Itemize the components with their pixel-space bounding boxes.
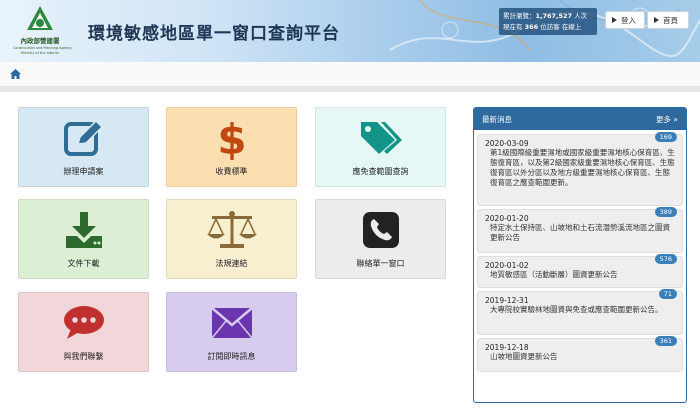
news-item[interactable]: 361 2019-12-18 山坡地圖資更新公告 (477, 336, 683, 372)
home-button[interactable]: 首頁 (647, 11, 689, 29)
news-header: 最新消息 更多 » (474, 108, 686, 130)
news-date: 2019-12-18 (485, 343, 529, 352)
news-more-link[interactable]: 更多 » (656, 114, 678, 125)
agency-name: 內政部營建署 (20, 37, 60, 45)
view-count-badge: 361 (654, 336, 677, 346)
envelope-icon (210, 307, 253, 339)
news-item[interactable]: 389 2020-01-20 特定水土保持區、山坡地和土石流潛勢溪流地區之圖資更… (477, 207, 683, 253)
news-item[interactable]: 169 2020-03-09 第1級國際級重要濕地或國家級重要濕地核心保育區、生… (477, 132, 683, 206)
view-count-badge: 71 (658, 289, 677, 299)
dollar-icon: $ (219, 116, 245, 160)
download-icon (65, 212, 102, 248)
news-text: 地質敏感區（活動斷層）圖資更新公告 (490, 270, 618, 279)
breadcrumb (0, 62, 700, 86)
play-icon (654, 17, 659, 23)
agency-logo[interactable]: 內政部營建署 Construction and Planning Agency … (10, 4, 72, 58)
tile-subscribe[interactable]: 訂閱即時訊息 (166, 292, 297, 372)
news-panel: 最新消息 更多 » 169 2020-03-09 第1級國際級重要濕地或國家級重… (473, 107, 687, 403)
news-text: 特定水土保持區、山坡地和土石流潛勢溪流地區之圖資更新公告 (490, 223, 670, 242)
login-button[interactable]: 登入 (605, 11, 645, 29)
news-list: 169 2020-03-09 第1級國際級重要濕地或國家級重要濕地核心保育區、生… (474, 130, 686, 379)
news-date: 2020-01-02 (485, 261, 529, 270)
balance-scale-icon (206, 211, 257, 248)
news-text: 山坡地圖資更新公告 (490, 352, 558, 361)
tags-icon (360, 122, 402, 154)
visitor-stats: 累計瀏覽：1,767,527 人次 現在有 366 位訪客 在線上 (499, 8, 597, 35)
news-text: 大專院校實驗林地圖資與免查或應查範圍更新公告。 (490, 305, 663, 314)
news-date: 2019-12-31 (485, 296, 529, 305)
tile-application[interactable]: 辦理申請案 (18, 107, 149, 187)
news-item[interactable]: 576 2020-01-02 地質敏感區（活動斷層）圖資更新公告 (477, 254, 683, 288)
agency-name-en: Construction and Planning Agency (13, 45, 72, 50)
view-count-badge: 576 (654, 254, 677, 264)
tile-contact-window[interactable]: 聯絡單一窗口 (315, 199, 446, 279)
tile-regulation-links[interactable]: 法規連結 (166, 199, 297, 279)
phone-icon (362, 212, 399, 248)
news-date: 2020-03-09 (485, 139, 529, 148)
chat-icon (63, 306, 104, 339)
news-item[interactable]: 71 2019-12-31 大專院校實驗林地圖資與免查或應查範圍更新公告。 (477, 289, 683, 335)
ministry-name-en: Ministry of the Interior (20, 50, 60, 55)
site-header: 內政部營建署 Construction and Planning Agency … (0, 0, 700, 62)
tile-contact-us[interactable]: 與我們聯繫 (18, 292, 149, 372)
tile-fee-standard[interactable]: $ 收費標準 (166, 107, 297, 187)
total-visits: 1,767,527 (535, 12, 573, 20)
online-visitors: 366 (524, 23, 539, 31)
edit-icon (63, 120, 103, 156)
tile-scope-query[interactable]: 應免查範圍查詢 (315, 107, 446, 187)
view-count-badge: 169 (654, 132, 677, 142)
news-title: 最新消息 (482, 114, 512, 124)
site-title: 環境敏感地區單一窗口查詢平台 (88, 24, 340, 44)
agency-emblem-icon (27, 6, 53, 30)
home-icon[interactable] (10, 69, 21, 79)
tile-document-download[interactable]: 文件下載 (18, 199, 149, 279)
view-count-badge: 389 (654, 207, 677, 217)
play-icon (612, 17, 617, 23)
svg-text:$: $ (219, 116, 245, 160)
news-text: 第1級國際級重要濕地或國家級重要濕地核心保育區、生態復育區，以及第2級國家級重要… (490, 148, 675, 187)
news-date: 2020-01-20 (485, 214, 529, 223)
